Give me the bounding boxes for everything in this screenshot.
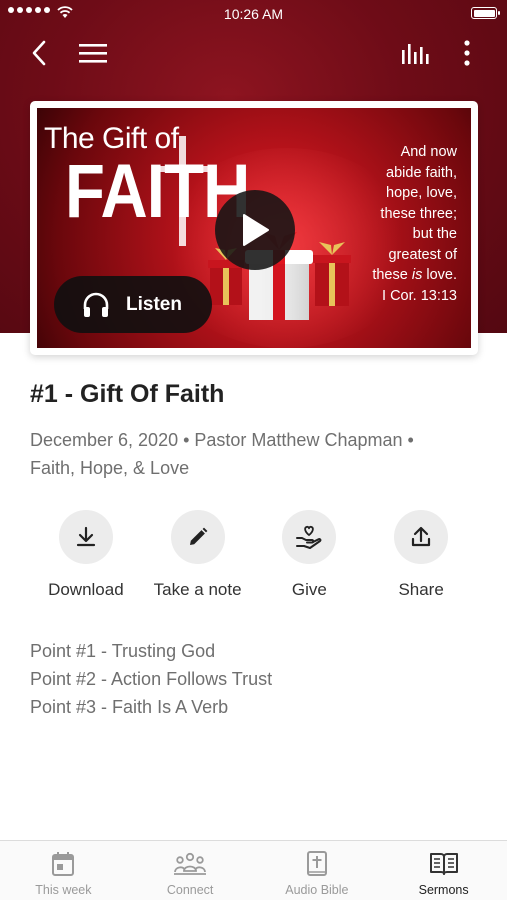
headphones-icon (83, 292, 109, 317)
sermon-series-link[interactable]: Faith, Hope, & Love (30, 454, 480, 482)
play-icon (243, 214, 269, 246)
tab-label: Sermons (418, 883, 469, 897)
status-time: 10:26 AM (223, 6, 284, 22)
audio-levels-button[interactable] (398, 36, 434, 70)
tab-label: This week (35, 883, 92, 897)
people-icon (174, 852, 207, 875)
vertical-ellipsis-icon (464, 40, 470, 66)
take-note-button[interactable]: Take a note (142, 510, 254, 600)
bible-icon (306, 851, 327, 876)
battery-icon (471, 7, 500, 19)
tab-connect[interactable]: Connect (127, 841, 254, 900)
status-bar: 10:26 AM (0, 0, 507, 28)
menu-button[interactable] (76, 36, 110, 70)
calendar-icon (52, 852, 75, 876)
hamburger-icon (79, 44, 107, 63)
listen-label: Listen (126, 293, 182, 315)
download-label: Download (48, 580, 124, 599)
open-book-icon (429, 853, 458, 875)
more-options-button[interactable] (452, 36, 482, 70)
tab-label: Connect (166, 883, 214, 897)
sermon-point: Point #1 - Trusting God (30, 641, 216, 661)
share-label: Share (398, 580, 444, 599)
play-button[interactable] (215, 190, 295, 270)
give-button[interactable]: Give (254, 510, 366, 600)
sermon-point: Point #3 - Faith Is A Verb (30, 697, 229, 717)
sermon-meta: December 6, 2020 • Pastor Matthew Chapma… (30, 426, 480, 482)
give-icon (296, 525, 322, 549)
give-label: Give (291, 580, 327, 599)
tab-audio-bible[interactable]: Audio Bible (254, 841, 381, 900)
download-button[interactable]: Download (30, 510, 142, 600)
sermon-artwork-card: The Gift of FAITH And now abide faith, h… (30, 101, 478, 355)
sermon-date-speaker: December 6, 2020 • Pastor Matthew Chapma… (30, 430, 414, 450)
sermon-artwork: The Gift of FAITH And now abide faith, h… (37, 108, 471, 348)
tab-sermons[interactable]: Sermons (380, 841, 507, 900)
artwork-verse: And now abide faith, hope, love, these t… (372, 144, 457, 304)
tab-this-week[interactable]: This week (0, 841, 127, 900)
tab-label: Audio Bible (285, 883, 349, 897)
sermon-title: #1 - Gift Of Faith (30, 380, 225, 408)
share-icon (412, 526, 431, 547)
chevron-left-icon (32, 40, 46, 66)
take-note-label: Take a note (153, 580, 242, 599)
audio-levels-icon (402, 44, 429, 64)
sermon-actions: Download Take a note Give Share (30, 510, 477, 600)
sermon-point: Point #2 - Action Follows Trust (30, 669, 273, 689)
share-button[interactable]: Share (365, 510, 477, 600)
listen-button[interactable]: Listen (54, 276, 212, 333)
sermon-points: Point #1 - Trusting God Point #2 - Actio… (30, 637, 272, 721)
bottom-tab-bar: This week Connect Audio Bible Sermons (0, 840, 507, 900)
pencil-icon (189, 527, 208, 545)
back-button[interactable] (22, 36, 56, 70)
download-icon (76, 526, 95, 547)
